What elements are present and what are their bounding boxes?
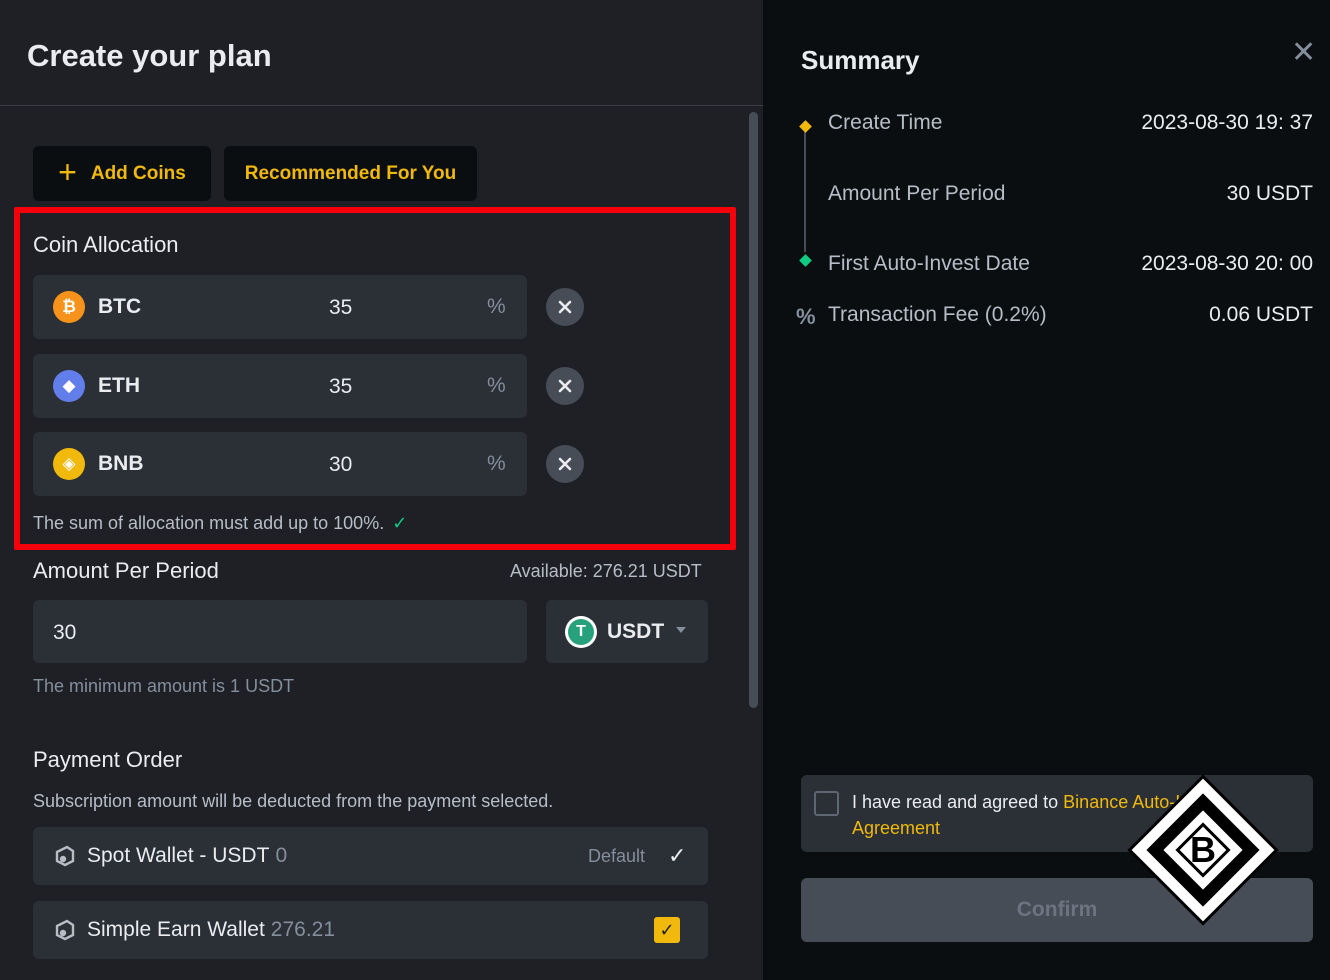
summary-label: First Auto-Invest Date bbox=[828, 252, 1030, 275]
summary-label: Transaction Fee (0.2%) bbox=[828, 303, 1047, 326]
usdt-icon: T bbox=[565, 616, 597, 648]
amount-value: 30 bbox=[53, 621, 77, 644]
wallet-amount: 0 bbox=[275, 844, 288, 867]
wallet-name: Spot Wallet - USDT 0 bbox=[87, 844, 287, 868]
plus-icon: + bbox=[58, 154, 77, 190]
payment-description: Subscription amount will be deducted fro… bbox=[33, 791, 554, 811]
scrollbar[interactable] bbox=[749, 112, 758, 708]
wallet-amount: 276.21 bbox=[270, 918, 336, 941]
wallet-icon bbox=[55, 919, 75, 941]
check-icon: ✓ bbox=[668, 843, 687, 868]
wallet-label: Simple Earn Wallet bbox=[87, 918, 265, 941]
default-tag: Default bbox=[588, 846, 646, 866]
agreement-prefix: I have read and agreed to bbox=[852, 792, 1064, 812]
divider bbox=[0, 105, 763, 106]
add-coins-label: Add Coins bbox=[90, 162, 186, 184]
summary-panel: Summary ✕ Create Time 2023-08-30 19: 37 … bbox=[763, 0, 1330, 980]
timeline-start-dot bbox=[799, 120, 812, 133]
recommended-button[interactable]: Recommended For You bbox=[224, 146, 477, 201]
checkbox-checked[interactable]: ✓ bbox=[654, 917, 680, 943]
watermark-logo: B bbox=[1127, 774, 1279, 926]
usdt-glyph: T bbox=[568, 619, 594, 645]
summary-value: 2023-08-30 20: 00 bbox=[1141, 252, 1313, 275]
summary-value: 30 USDT bbox=[1226, 182, 1313, 205]
percent-icon: % bbox=[796, 304, 816, 329]
amount-input[interactable]: 30 bbox=[33, 600, 527, 663]
recommended-label: Recommended For You bbox=[244, 162, 457, 184]
page-title: Create your plan bbox=[27, 38, 272, 73]
chevron-down-icon bbox=[676, 627, 686, 633]
currency-label: USDT bbox=[607, 620, 665, 643]
logo-letter: B bbox=[1190, 829, 1216, 870]
amount-heading: Amount Per Period bbox=[33, 558, 219, 583]
create-plan-panel: Create your plan + Add Coins Recommended… bbox=[0, 0, 763, 980]
wallet-option-spot[interactable]: Spot Wallet - USDT 0 Default ✓ bbox=[33, 827, 708, 885]
timeline-end-dot bbox=[799, 254, 812, 267]
add-coins-button[interactable]: + Add Coins bbox=[33, 146, 211, 201]
summary-value: 2023-08-30 19: 37 bbox=[1141, 111, 1313, 134]
summary-label: Create Time bbox=[828, 111, 943, 134]
wallet-label: Spot Wallet - USDT bbox=[87, 844, 270, 867]
currency-dropdown[interactable]: T USDT bbox=[546, 600, 708, 663]
payment-heading: Payment Order bbox=[33, 747, 183, 772]
summary-value: 0.06 USDT bbox=[1209, 303, 1313, 326]
wallet-name: Simple Earn Wallet 276.21 bbox=[87, 918, 335, 942]
summary-label: Amount Per Period bbox=[828, 182, 1006, 205]
summary-title: Summary bbox=[801, 45, 920, 75]
wallet-option-simple-earn[interactable]: Simple Earn Wallet 276.21 ✓ bbox=[33, 901, 708, 959]
close-icon[interactable]: ✕ bbox=[1291, 38, 1316, 68]
wallet-icon bbox=[55, 845, 75, 867]
highlight-box bbox=[14, 207, 736, 550]
timeline-line bbox=[804, 130, 806, 252]
available-balance: Available: 276.21 USDT bbox=[510, 561, 702, 581]
minimum-note: The minimum amount is 1 USDT bbox=[33, 676, 295, 696]
agreement-checkbox[interactable] bbox=[814, 791, 839, 816]
